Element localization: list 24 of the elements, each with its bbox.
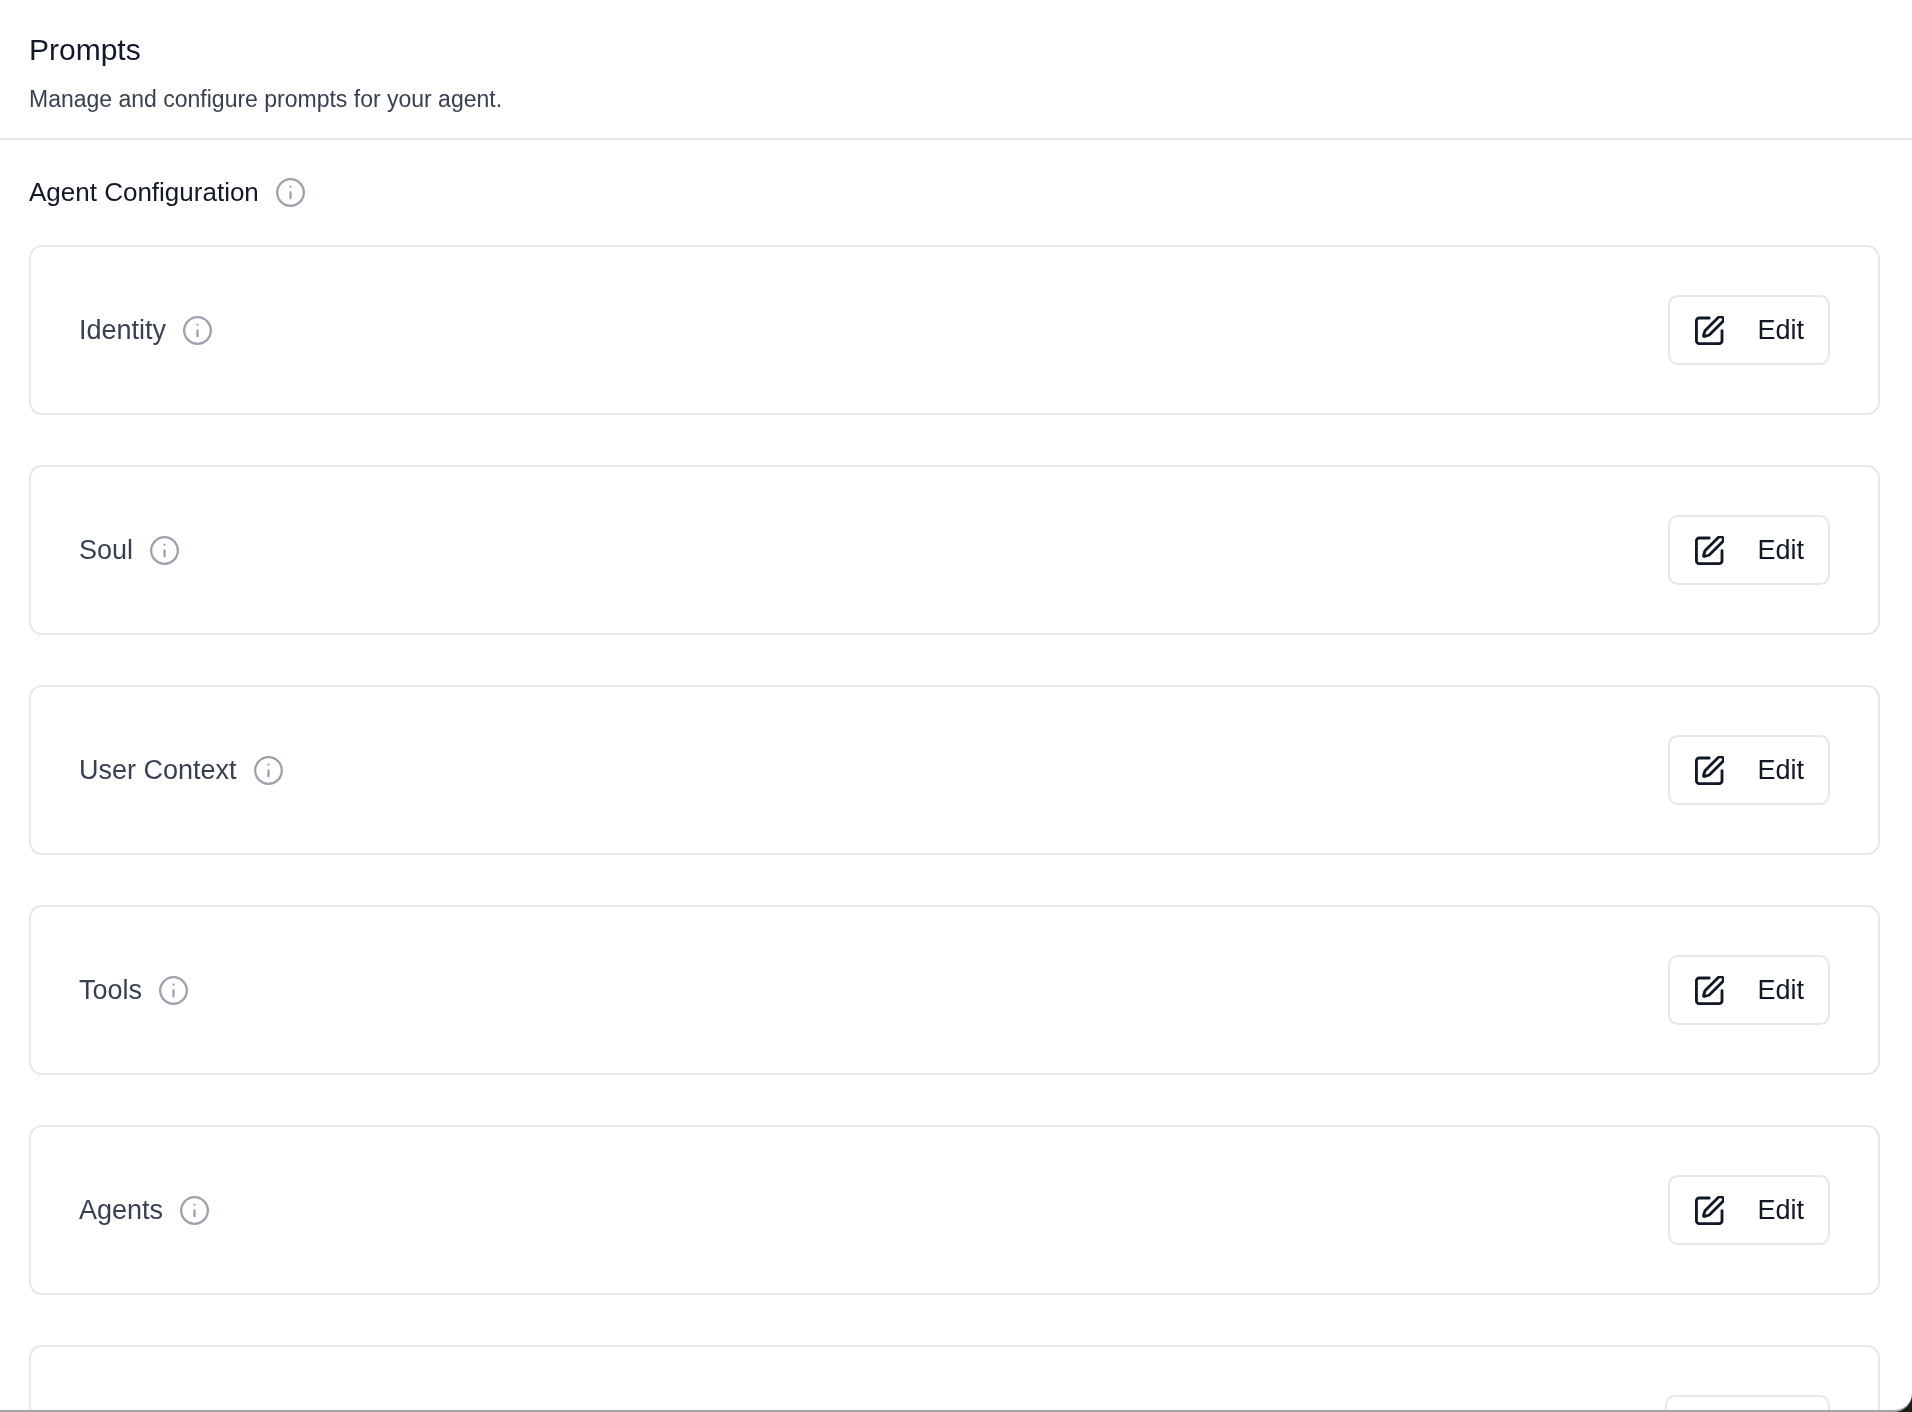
card-title: Identity [79, 314, 167, 347]
edit-button[interactable]: Edit [1668, 1175, 1830, 1245]
card-title: Tools [79, 974, 143, 1007]
edit-button[interactable]: Edit [1668, 515, 1830, 585]
card-title: Soul [79, 534, 134, 567]
info-icon[interactable] [275, 177, 305, 207]
pencil-square-icon [1695, 315, 1725, 345]
page-title: Prompts [29, 32, 142, 68]
edit-button[interactable]: Edit [1668, 735, 1830, 805]
info-icon[interactable] [150, 535, 180, 565]
pencil-square-icon [1695, 1195, 1725, 1225]
info-icon[interactable] [159, 975, 189, 1005]
info-icon[interactable] [180, 1195, 210, 1225]
card-title: User Context [79, 754, 237, 787]
edit-button[interactable]: Edit [1668, 295, 1830, 365]
info-icon[interactable] [183, 315, 213, 345]
page-subtitle: Manage and configure prompts for your agent. [29, 85, 504, 114]
pencil-square-icon [1695, 535, 1725, 565]
pencil-square-icon [1695, 975, 1725, 1005]
edit-button[interactable]: Edit [1668, 955, 1830, 1025]
section-title: Agent Configuration [29, 176, 259, 209]
info-icon[interactable] [253, 755, 283, 785]
card-title: Agents [79, 1194, 164, 1227]
pencil-square-icon [1695, 755, 1725, 785]
